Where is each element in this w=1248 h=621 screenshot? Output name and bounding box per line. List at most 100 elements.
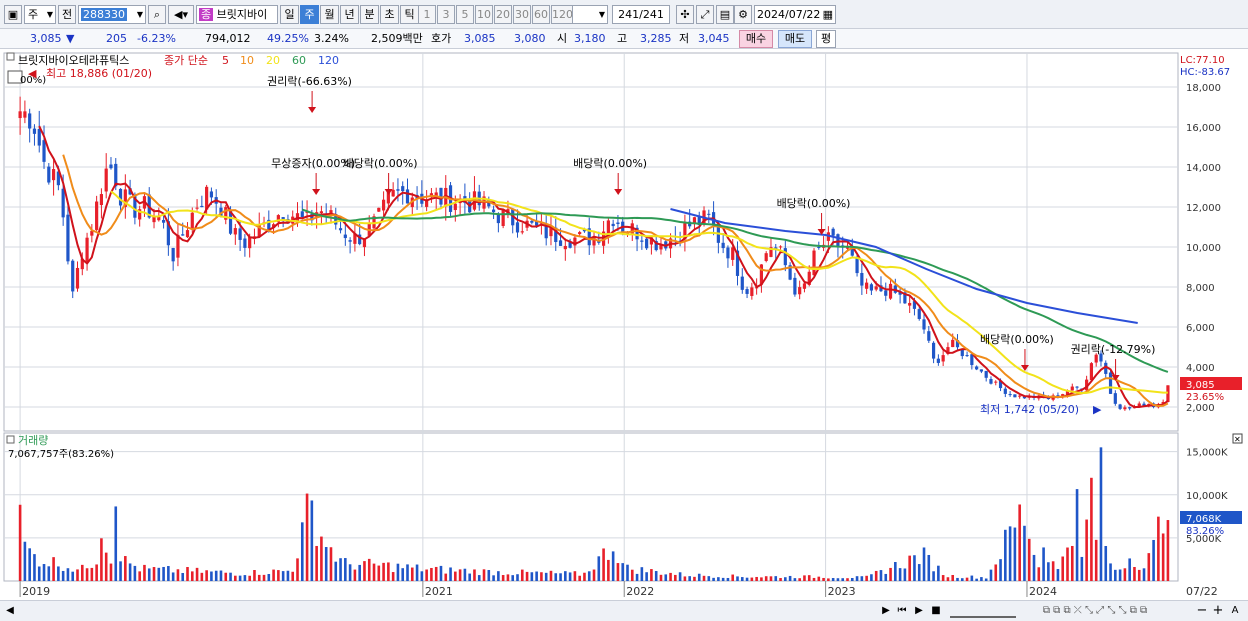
candle-body xyxy=(994,381,998,383)
draw-tool-icon[interactable]: ⤢ xyxy=(696,5,714,24)
period-tab[interactable]: 일 xyxy=(280,5,299,24)
volume-bar xyxy=(865,575,868,581)
volume-bar xyxy=(190,571,194,581)
stock-code-input[interactable]: 288330 ▼ xyxy=(78,5,146,24)
flat-button[interactable]: 평 xyxy=(816,30,836,48)
volume-bar xyxy=(1051,561,1055,581)
volume-bar xyxy=(544,572,548,581)
volume-bar xyxy=(449,567,452,581)
count-field[interactable]: 241/241 xyxy=(612,5,670,24)
interval-tab[interactable]: 20 xyxy=(494,5,512,24)
volume-bar xyxy=(210,571,213,581)
volume-bar xyxy=(827,578,830,581)
panel-toggle-icon[interactable] xyxy=(6,435,15,444)
sell-button[interactable]: 매도 xyxy=(778,30,812,48)
volume-bar xyxy=(157,567,161,581)
interval-tab[interactable]: 3 xyxy=(437,5,455,24)
volume-bar xyxy=(186,567,189,581)
candle-body xyxy=(793,277,797,295)
search-icon[interactable]: ⌕ xyxy=(148,5,166,24)
play-icon[interactable]: ▶ xyxy=(912,604,926,618)
scroll-thumb[interactable] xyxy=(950,604,1016,618)
buy-button[interactable]: 매수 xyxy=(739,30,773,48)
gear-icon[interactable]: ⚙ xyxy=(734,5,752,24)
scroll-left-icon[interactable]: ◀ xyxy=(4,604,16,618)
period-tab[interactable]: 틱 xyxy=(400,5,419,24)
interval-tab[interactable]: 10 xyxy=(475,5,493,24)
candle-body xyxy=(798,287,802,295)
volume-bar xyxy=(736,576,739,581)
volume-value: 794,012 xyxy=(205,32,251,45)
volume-bar xyxy=(520,569,524,581)
zoom-in-icon[interactable]: + xyxy=(1212,604,1224,618)
ma-legend-item: 20 xyxy=(266,54,280,67)
period-tab[interactable]: 초 xyxy=(380,5,399,24)
ma-legend-item: 10 xyxy=(240,54,254,67)
volume-bar xyxy=(1037,567,1041,581)
candle-body xyxy=(85,237,89,262)
sound-icon[interactable]: ◀▾ xyxy=(168,5,194,24)
period-tab[interactable]: 년 xyxy=(340,5,359,24)
volume-bar xyxy=(310,500,314,581)
crosshair-icon[interactable]: ✣ xyxy=(676,5,694,24)
interval-tab[interactable]: 60 xyxy=(532,5,550,24)
interval-tab[interactable]: 30 xyxy=(513,5,531,24)
candle-body xyxy=(1008,394,1012,396)
period-tab[interactable]: 월 xyxy=(320,5,339,24)
market-select[interactable]: 주 ▼ xyxy=(24,5,56,24)
stock-name-field[interactable]: 종 브릿지바이 xyxy=(196,5,278,24)
volume-bar xyxy=(927,554,931,581)
volume-bar xyxy=(133,565,137,581)
period-tab[interactable]: 주 xyxy=(300,5,319,24)
prev-button[interactable]: 전 xyxy=(58,5,76,24)
volume-bar xyxy=(607,559,610,581)
interval-tab[interactable]: 120 xyxy=(551,5,573,24)
zoom-slider[interactable]: ⧉ ⧉ ⧉ ⤫ ⤡ ⤢ ⤡ ⤡ ⧉ ⧉ xyxy=(1020,604,1170,618)
ma-title: 종가 단순 xyxy=(164,54,208,67)
auto-scale-icon[interactable]: A xyxy=(1228,604,1242,618)
period-tab[interactable]: 분 xyxy=(360,5,379,24)
candle-body xyxy=(831,228,835,236)
volume-bar xyxy=(138,571,141,581)
volume-bar xyxy=(353,569,357,581)
volume-bar xyxy=(76,569,79,581)
quote-bar: 3,085 ▼ 205 -6.23% 794,012 49.25% 3.24% … xyxy=(0,29,1248,49)
rewind-icon[interactable]: ⏮ xyxy=(895,604,909,618)
candle-body xyxy=(764,253,768,261)
volume-bar xyxy=(922,547,926,581)
candle-body xyxy=(745,289,749,294)
save-icon[interactable]: ▤ xyxy=(716,5,734,24)
interval-tab[interactable]: 1 xyxy=(418,5,436,24)
volume-bar xyxy=(774,576,778,581)
window-menu-icon[interactable]: ▣ xyxy=(4,5,22,24)
chart-scrollbar[interactable]: ◀ ▶ ⏮ ▶ ■ ⧉ ⧉ ⧉ ⤫ ⤡ ⤢ ⤡ ⤡ ⧉ ⧉ − + A xyxy=(0,600,1248,621)
hc-label: HC:-83.67 xyxy=(1180,67,1230,78)
volume-bar xyxy=(946,577,950,581)
volume-bar xyxy=(85,568,89,581)
volume-bar xyxy=(205,570,208,581)
interval-tab[interactable]: 5 xyxy=(456,5,474,24)
chevron-down-icon: ▼ xyxy=(136,10,143,19)
x-tick-label: 2019 xyxy=(22,585,50,598)
volume-bar xyxy=(128,563,132,581)
candle-body xyxy=(200,205,204,208)
volume-bar xyxy=(267,573,271,581)
chevron-down-icon: ▼ xyxy=(46,10,53,19)
volume-bar xyxy=(176,569,180,581)
candle-body xyxy=(1113,393,1117,404)
volume-bar xyxy=(1056,569,1060,581)
volume-bar xyxy=(664,574,668,581)
volume-bar xyxy=(439,565,443,581)
x-tick-label: 2023 xyxy=(828,585,856,598)
low-arrow-icon: ▶ xyxy=(1093,403,1102,416)
scroll-right-icon[interactable]: ▶ xyxy=(880,604,892,618)
volume-bar xyxy=(1004,529,1007,581)
stop-icon[interactable]: ■ xyxy=(929,604,943,618)
panel-toggle-icon[interactable] xyxy=(6,52,15,61)
zoom-out-icon[interactable]: − xyxy=(1196,604,1208,618)
volume-bar xyxy=(626,564,629,581)
date-field[interactable]: 2024/07/22 ▦ xyxy=(754,5,836,24)
interval-input[interactable]: ▼ xyxy=(572,5,608,24)
volume-bar xyxy=(387,562,390,581)
candle-body xyxy=(778,246,783,248)
